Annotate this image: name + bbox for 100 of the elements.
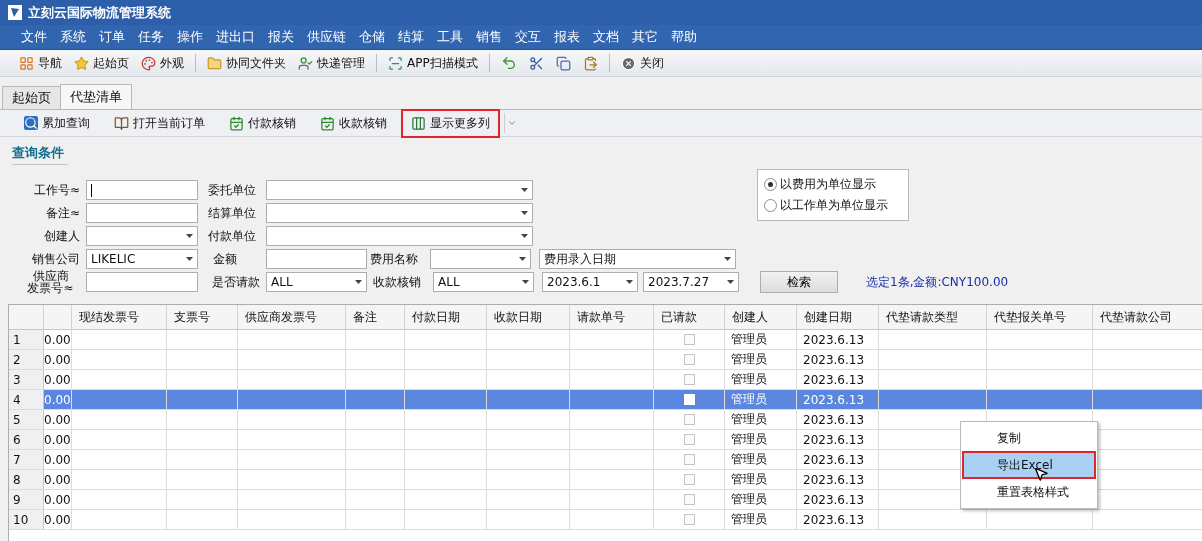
- field-label: 备注≈: [44, 207, 80, 219]
- dropdown-field[interactable]: 2023.7.27: [643, 272, 739, 292]
- column-header[interactable]: 现结发票号: [72, 305, 167, 329]
- column-header[interactable]: 支票号: [167, 305, 238, 329]
- table-cell: 管理员: [731, 391, 767, 408]
- table-cell: 2023.6.13: [803, 472, 865, 487]
- checkbox[interactable]: [683, 354, 695, 365]
- menu-item[interactable]: 订单: [92, 28, 131, 46]
- menu-item[interactable]: 系统: [53, 28, 92, 46]
- menu-item[interactable]: 导出Excel: [964, 453, 1094, 477]
- dropdown-field[interactable]: [266, 203, 533, 223]
- caret-icon: [522, 280, 529, 284]
- toolbar-button[interactable]: 显示更多列: [401, 108, 500, 138]
- table-cell: 0.00: [44, 412, 71, 427]
- checkbox[interactable]: [683, 474, 695, 485]
- field-label: 结算单位: [208, 207, 257, 219]
- radio-option[interactable]: 以工作单为单位显示: [764, 197, 902, 214]
- dropdown-field[interactable]: [266, 226, 533, 246]
- palette-icon: [141, 55, 156, 71]
- checkbox[interactable]: [683, 334, 695, 345]
- dropdown-field[interactable]: [430, 249, 531, 269]
- column-header[interactable]: 代垫报关单号: [987, 305, 1093, 329]
- checkbox[interactable]: [683, 414, 695, 425]
- row-number: 3: [9, 370, 44, 389]
- toolbar-button[interactable]: 累加查询: [14, 108, 100, 138]
- menu-item[interactable]: 其它: [625, 28, 664, 46]
- menu-item[interactable]: 文件: [14, 28, 53, 46]
- toolbar-button[interactable]: 关闭: [615, 52, 669, 74]
- calendar-check-icon: [229, 115, 244, 131]
- column-header[interactable]: 备注: [346, 305, 405, 329]
- dropdown-field[interactable]: ALL: [266, 272, 367, 292]
- column-header[interactable]: 代垫请款类型: [879, 305, 987, 329]
- row-number: 8: [9, 470, 44, 489]
- input-field[interactable]: [266, 249, 367, 269]
- table-cell: 2023.6.13: [803, 492, 865, 507]
- checkbox[interactable]: [683, 514, 695, 525]
- row-number: 5: [9, 410, 44, 429]
- menu-item[interactable]: 供应链: [300, 28, 352, 46]
- checkbox[interactable]: [683, 494, 695, 505]
- input-field[interactable]: [86, 272, 198, 292]
- window-title: 立刻云国际物流管理系统: [28, 3, 171, 22]
- columns-icon: [411, 115, 426, 131]
- column-header[interactable]: 创建人: [725, 305, 797, 329]
- input-field[interactable]: [86, 180, 198, 200]
- menu-item[interactable]: 文档: [586, 28, 625, 46]
- menu-item[interactable]: 报表: [547, 28, 586, 46]
- column-header[interactable]: 付款日期: [405, 305, 487, 329]
- search-button[interactable]: 检索: [760, 271, 838, 293]
- column-header[interactable]: 代垫请款公司: [1093, 305, 1202, 329]
- menu-item[interactable]: 报关: [261, 28, 300, 46]
- calendar-check-icon: [320, 115, 335, 131]
- menu-item[interactable]: 重置表格样式: [964, 480, 1094, 504]
- menu-item[interactable]: 任务: [131, 28, 170, 46]
- column-header[interactable]: 收款日期: [487, 305, 570, 329]
- menu-item[interactable]: 操作: [170, 28, 209, 46]
- toolbar-button[interactable]: 外观: [136, 52, 189, 74]
- dropdown-field[interactable]: [86, 226, 198, 246]
- row-number: 6: [9, 430, 44, 449]
- radio-option[interactable]: 以费用为单位显示: [764, 176, 902, 193]
- menu-item[interactable]: 工具: [430, 28, 469, 46]
- toolbar-button[interactable]: 打开当前订单: [104, 108, 215, 138]
- caret-icon: [521, 234, 528, 238]
- field-label: 工作号≈: [32, 184, 80, 196]
- cut-icon: [528, 55, 544, 71]
- dropdown-field[interactable]: [266, 180, 533, 200]
- menu-item[interactable]: 进出口: [209, 28, 261, 46]
- dropdown-field[interactable]: LIKELIC: [86, 249, 198, 269]
- tab[interactable]: 起始页: [2, 86, 61, 109]
- field-label: 供应商发票号≈: [27, 270, 74, 294]
- table-cell: 管理员: [731, 411, 767, 428]
- menu-item[interactable]: 结算: [391, 28, 430, 46]
- checkbox[interactable]: [683, 454, 695, 465]
- toolbar-button[interactable]: 起始页: [69, 52, 134, 74]
- toolbar-button[interactable]: APP扫描模式: [383, 52, 483, 74]
- dropdown-field[interactable]: 2023.6.1: [542, 272, 638, 292]
- menu-item[interactable]: 交互: [508, 28, 547, 46]
- dropdown-field[interactable]: 费用录入日期: [539, 249, 736, 269]
- checkbox[interactable]: [683, 374, 695, 385]
- input-field[interactable]: [86, 203, 198, 223]
- user-check-icon: [298, 55, 313, 71]
- menu-item[interactable]: 帮助: [664, 28, 703, 46]
- menu-item[interactable]: 复制: [964, 426, 1094, 450]
- toolbar-button[interactable]: 快递管理: [293, 52, 370, 74]
- column-header[interactable]: 请款单号: [570, 305, 654, 329]
- scan-icon: [388, 55, 403, 71]
- toolbar-button[interactable]: 付款核销: [219, 108, 306, 138]
- toolbar-button[interactable]: 收款核销: [310, 108, 397, 138]
- tab[interactable]: 代垫清单: [60, 84, 132, 109]
- logo-icon: [8, 5, 22, 20]
- caret-icon: [521, 211, 528, 215]
- row-number: 9: [9, 490, 44, 509]
- menu-item[interactable]: 销售: [469, 28, 508, 46]
- checkbox[interactable]: [683, 434, 695, 445]
- toolbar-button[interactable]: 协同文件夹: [202, 52, 291, 74]
- menu-item[interactable]: 仓储: [352, 28, 391, 46]
- column-header[interactable]: 供应商发票号: [238, 305, 346, 329]
- column-header[interactable]: 已请款: [654, 305, 725, 329]
- column-header[interactable]: 创建日期: [797, 305, 879, 329]
- dropdown-field[interactable]: ALL: [433, 272, 534, 292]
- toolbar-button[interactable]: 导航: [14, 52, 67, 74]
